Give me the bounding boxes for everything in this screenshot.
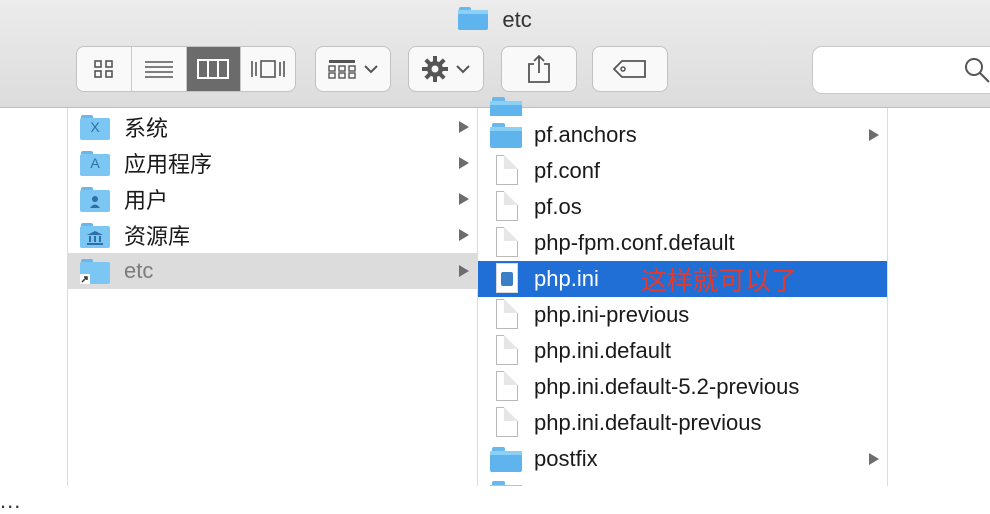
annotation-text: 这样就可以了 bbox=[640, 265, 797, 296]
cover-flow-icon bbox=[251, 60, 285, 78]
tag-icon bbox=[612, 60, 646, 78]
column-row-applications[interactable]: A 应用程序 bbox=[68, 145, 477, 181]
column-row-etc[interactable]: etc bbox=[68, 253, 477, 289]
alias-folder-icon bbox=[80, 258, 110, 284]
file-row-pf-conf[interactable]: pf.conf bbox=[478, 153, 887, 189]
view-mode-segmented-control bbox=[76, 46, 296, 92]
row-label: pf.os bbox=[534, 194, 582, 219]
document-icon bbox=[490, 371, 520, 401]
users-folder-icon bbox=[80, 186, 110, 212]
search-field[interactable] bbox=[812, 46, 990, 94]
file-row-php-fpm-conf-default[interactable]: php-fpm.conf.default bbox=[478, 225, 887, 261]
list-view-icon bbox=[144, 61, 173, 78]
folder-icon bbox=[458, 6, 489, 36]
folder-icon bbox=[490, 122, 522, 148]
document-icon bbox=[490, 299, 520, 329]
row-label: pf.conf bbox=[534, 158, 601, 183]
tag-button[interactable] bbox=[592, 46, 668, 92]
folder-icon bbox=[490, 446, 522, 472]
browser-column-etc: pf.anchors pf.conf pf.os php-fpm.conf.de… bbox=[478, 97, 888, 486]
document-icon bbox=[490, 407, 520, 437]
row-label: php.ini-previous bbox=[534, 302, 690, 327]
disclosure-arrow-icon bbox=[459, 229, 469, 241]
row-label: 资源库 bbox=[124, 224, 191, 249]
icon-view-icon bbox=[94, 60, 113, 78]
row-label: etc bbox=[124, 258, 154, 283]
file-row-php-ini-default-5-2-previous[interactable]: php.ini.default-5.2-previous bbox=[478, 369, 887, 405]
disclosure-arrow-icon bbox=[869, 453, 879, 465]
cover-flow-view-button[interactable] bbox=[241, 47, 295, 91]
gear-icon bbox=[422, 56, 448, 82]
row-label: pf.anchors bbox=[534, 122, 637, 147]
column-row-users[interactable]: 用户 bbox=[68, 181, 477, 217]
row-label: postfix bbox=[534, 446, 598, 471]
disclosure-arrow-icon bbox=[459, 121, 469, 133]
row-label: php.ini.default-5.2-previous bbox=[534, 374, 800, 399]
file-row-php-ini-default-previous[interactable]: php.ini.default-previous bbox=[478, 405, 887, 441]
document-icon bbox=[490, 227, 520, 257]
library-folder-icon bbox=[80, 222, 110, 248]
system-folder-icon: X bbox=[80, 114, 110, 140]
file-row-php-ini-previous[interactable]: php.ini-previous bbox=[478, 297, 887, 333]
sidebar-column: ... bbox=[0, 108, 68, 513]
share-button[interactable] bbox=[501, 46, 577, 92]
document-icon bbox=[490, 155, 520, 185]
window-title: etc bbox=[0, 6, 990, 36]
column-view-icon bbox=[197, 59, 230, 79]
row-label: php.ini.default-previous bbox=[534, 410, 762, 435]
disclosure-arrow-icon bbox=[459, 193, 469, 205]
column-row-library[interactable]: 资源库 bbox=[68, 217, 477, 253]
window-title-text: etc bbox=[502, 7, 532, 33]
row-label: php-fpm.conf.default bbox=[534, 230, 735, 255]
search-icon bbox=[965, 58, 990, 83]
disclosure-arrow-icon bbox=[459, 265, 469, 277]
share-icon bbox=[528, 54, 550, 83]
action-button[interactable] bbox=[408, 46, 484, 92]
row-label: 用户 bbox=[124, 188, 169, 213]
column-view-button[interactable] bbox=[186, 47, 242, 91]
file-row-postfix[interactable]: postfix bbox=[478, 441, 887, 477]
row-label: php.ini bbox=[534, 266, 599, 291]
applications-folder-icon: A bbox=[80, 150, 110, 176]
sidebar-overflow-text: ... bbox=[0, 488, 22, 513]
clipped-folder-icon bbox=[490, 480, 522, 486]
row-label: php.ini.default bbox=[534, 338, 671, 363]
icon-view-button[interactable] bbox=[77, 47, 132, 91]
browser-column-root: X 系统 A 应用程序 用户 资源库 etc bbox=[68, 108, 478, 486]
file-row-php-ini[interactable]: php.ini 这样就可以了 bbox=[478, 261, 887, 297]
arrange-button[interactable] bbox=[315, 46, 391, 92]
file-row-pf-os[interactable]: pf.os bbox=[478, 189, 887, 225]
column-row-system[interactable]: X 系统 bbox=[68, 109, 477, 145]
row-label: 应用程序 bbox=[124, 152, 213, 177]
grid-arrange-icon bbox=[328, 60, 356, 79]
clipped-folder-icon bbox=[490, 96, 522, 116]
row-label: 系统 bbox=[124, 116, 169, 141]
file-row-php-ini-default[interactable]: php.ini.default bbox=[478, 333, 887, 369]
document-icon bbox=[490, 335, 520, 365]
chevron-down-icon bbox=[456, 65, 470, 74]
disclosure-arrow-icon bbox=[869, 129, 879, 141]
browser-column-empty bbox=[888, 108, 990, 486]
chevron-down-icon bbox=[364, 65, 378, 74]
document-icon bbox=[490, 191, 520, 221]
finder-toolbar: etc bbox=[0, 0, 990, 108]
disclosure-arrow-icon bbox=[459, 157, 469, 169]
file-row-pf-anchors[interactable]: pf.anchors bbox=[478, 117, 887, 153]
php-file-icon bbox=[490, 263, 520, 293]
list-view-button[interactable] bbox=[132, 47, 187, 91]
